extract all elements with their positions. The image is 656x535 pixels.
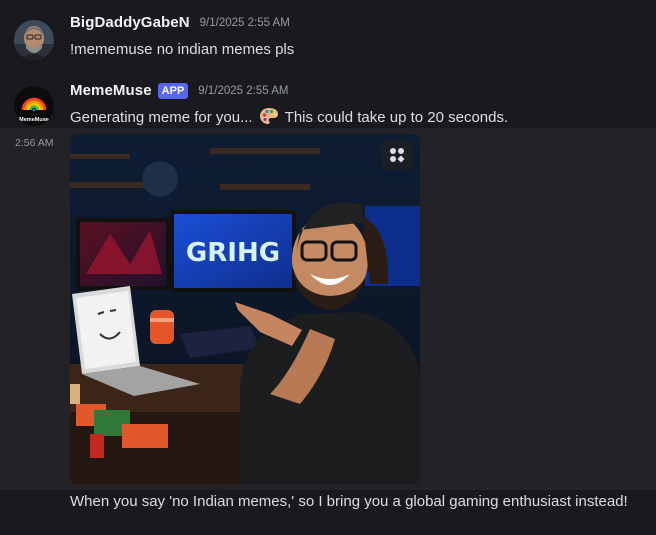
message-followup-row: 2:56 AM GRIHG [0,128,656,490]
meme-illustration: GRIHG [70,134,420,484]
bot-avatar-image: MemeMuse [14,86,54,126]
timestamp: 9/1/2025 2:55 AM [199,16,290,29]
meme-image[interactable]: GRIHG [70,134,420,484]
bot-avatar-label: MemeMuse [19,117,49,123]
message-text-end: This could take up to 20 seconds. [284,109,509,126]
message-header: MemeMuse APP 9/1/2025 2:55 AM [70,82,288,99]
screen-text: GRIHG [186,238,280,268]
palette-emoji [259,107,279,129]
user-avatar[interactable] [14,20,54,60]
app-badge: APP [157,82,189,99]
hover-timestamp: 2:56 AM [15,137,54,149]
message-text-start: Generating meme for you... [70,109,253,126]
apps-icon[interactable] [382,140,412,170]
message-content: Generating meme for you... This could ta… [70,107,508,129]
message-header: BigDaddyGabeN 9/1/2025 2:55 AM [70,14,290,31]
user-avatar-image [14,20,54,60]
username[interactable]: BigDaddyGabeN [70,14,190,31]
bot-avatar[interactable]: MemeMuse [14,86,54,126]
username[interactable]: MemeMuse [70,82,152,99]
meme-caption: When you say 'no Indian memes,' so I bri… [70,493,628,510]
timestamp: 9/1/2025 2:55 AM [198,84,289,97]
message-content: !mememuse no indian memes pls [70,41,295,58]
